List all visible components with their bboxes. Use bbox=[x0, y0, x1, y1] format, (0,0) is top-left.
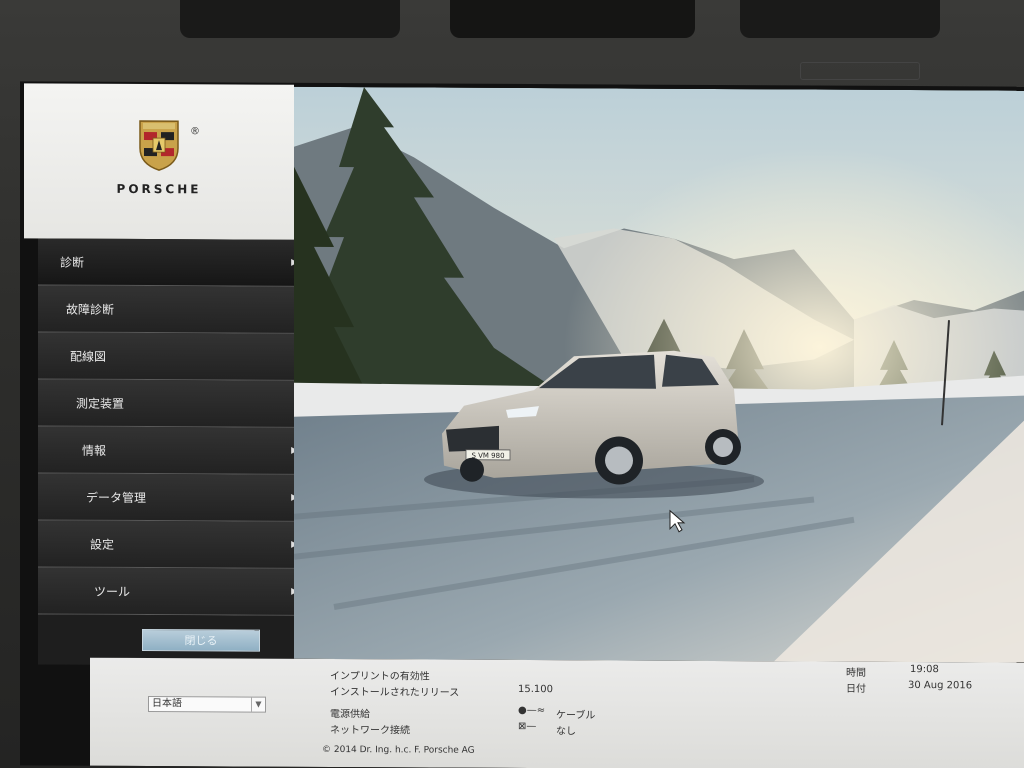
menu-item-label: 設定 bbox=[90, 537, 115, 552]
plug-icon: ●—≈ bbox=[518, 704, 546, 717]
language-value: 日本語 bbox=[152, 698, 182, 710]
menu-item-measuring-device[interactable]: 測定装置 bbox=[38, 379, 304, 428]
menu-item-label: ツール bbox=[94, 584, 131, 599]
menu-item-settings[interactable]: 設定 ▶ bbox=[38, 520, 304, 569]
date-label: 日付 bbox=[846, 683, 866, 695]
menu-item-data-management[interactable]: データ管理 ▶ bbox=[38, 473, 304, 522]
bezel-label bbox=[800, 62, 920, 80]
hero-image: S VM 980 bbox=[294, 86, 1024, 663]
network-value: なし bbox=[556, 726, 576, 738]
imprint-validity-label: インプリントの有効性 bbox=[330, 670, 430, 683]
installed-release-value: 15.100 bbox=[518, 683, 553, 696]
bezel-slot bbox=[450, 0, 695, 38]
menu-item-label: 故障診断 bbox=[66, 302, 115, 317]
close-button[interactable]: 閉じる bbox=[142, 629, 260, 652]
language-select[interactable]: 日本語 ▼ bbox=[148, 696, 266, 713]
screen: ® PORSCHE 診断 ▶ 故障診断 配線図 測定装置 情報 ▶ データ管理 … bbox=[20, 81, 1024, 768]
network-disconnected-icon: ⊠— bbox=[518, 720, 537, 733]
menu-item-wiring-diagram[interactable]: 配線図 bbox=[38, 332, 304, 381]
bezel-slot bbox=[740, 0, 940, 38]
menu-item-label: 診断 bbox=[60, 255, 85, 270]
status-bar: 日本語 ▼ インプリントの有効性 インストールされたリリース 15.100 電源… bbox=[90, 657, 1024, 768]
menu-item-label: 測定装置 bbox=[76, 396, 125, 411]
hero-photo-illustration: S VM 980 bbox=[294, 86, 1024, 663]
menu-item-tools[interactable]: ツール ▶ bbox=[38, 567, 304, 616]
menu-item-fault-finding[interactable]: 故障診断 bbox=[38, 285, 304, 334]
copyright: © 2014 Dr. Ing. h.c. F. Porsche AG bbox=[322, 744, 475, 756]
menu-item-diagnosis[interactable]: 診断 ▶ bbox=[38, 238, 304, 287]
brand-wordmark: PORSCHE bbox=[116, 181, 202, 196]
registered-mark: ® bbox=[190, 126, 200, 138]
date-value: 30 Aug 2016 bbox=[908, 680, 973, 692]
time-label: 時間 bbox=[846, 667, 866, 679]
chevron-down-icon: ▼ bbox=[251, 697, 265, 712]
porsche-crest-icon bbox=[139, 119, 179, 171]
time-value: 19:08 bbox=[910, 664, 939, 676]
bezel-slot bbox=[180, 0, 400, 38]
menu-item-label: 情報 bbox=[82, 443, 107, 458]
network-label: ネットワーク接続 bbox=[330, 724, 410, 737]
sidebar-menu: 診断 ▶ 故障診断 配線図 測定装置 情報 ▶ データ管理 ▶ 設定 ▶ ツール… bbox=[38, 238, 304, 666]
power-supply-label: 電源供給 bbox=[330, 708, 370, 721]
menu-item-label: データ管理 bbox=[86, 490, 147, 505]
menu-item-label: 配線図 bbox=[70, 349, 107, 364]
installed-release-label: インストールされたリリース bbox=[330, 686, 460, 699]
menu-item-information[interactable]: 情報 ▶ bbox=[38, 426, 304, 475]
logo-panel: ® PORSCHE bbox=[24, 83, 294, 240]
power-supply-value: ケーブル bbox=[556, 710, 596, 722]
